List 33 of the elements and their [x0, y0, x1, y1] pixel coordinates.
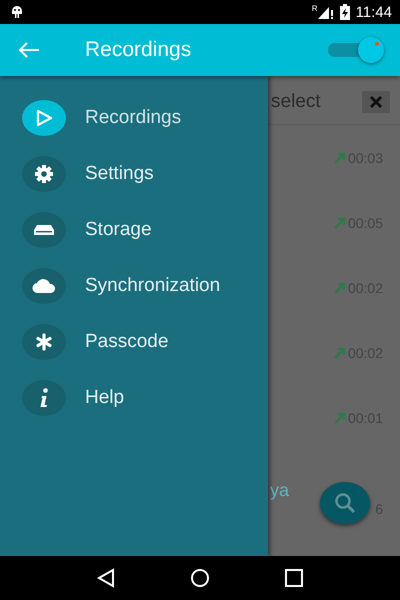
back-nav-button[interactable]: [97, 568, 116, 588]
drawer-item[interactable]: Recordings: [0, 90, 268, 146]
roaming-indicator: R: [312, 4, 318, 13]
drawer-item[interactable]: Passcode: [0, 314, 268, 370]
drive-icon: [33, 224, 55, 236]
outgoing-arrow-icon: [334, 152, 346, 164]
cloud-icon: [32, 278, 56, 294]
clock-time: 11:44: [356, 4, 392, 20]
recents-nav-button[interactable]: [284, 569, 303, 587]
search-button[interactable]: [320, 482, 370, 524]
select-label: select: [271, 91, 322, 113]
info-icon: [39, 388, 49, 408]
toggle-switch[interactable]: [326, 37, 384, 63]
asterisk-icon: [35, 333, 53, 351]
outgoing-arrow-icon: [334, 412, 346, 424]
drawer-item[interactable]: Settings: [0, 146, 268, 202]
back-button[interactable]: [18, 41, 40, 59]
outgoing-arrow-icon: [334, 346, 346, 358]
outgoing-arrow-icon: [334, 282, 346, 294]
close-icon: [369, 95, 383, 109]
battery-charging-icon: [340, 4, 350, 20]
drawer-item[interactable]: Synchronization: [0, 258, 268, 314]
play-icon: [35, 109, 53, 127]
drawer-item[interactable]: Storage: [0, 202, 268, 258]
settings-icon: [34, 164, 54, 184]
recording-name: ya: [269, 480, 290, 501]
outgoing-arrow-icon: [334, 216, 346, 228]
close-button[interactable]: [362, 91, 390, 113]
app-bar-title: Recordings: [85, 38, 192, 62]
home-nav-button[interactable]: [190, 568, 210, 588]
signal-icon: [318, 5, 334, 19]
search-icon: [333, 491, 357, 515]
drawer-item[interactable]: Help: [0, 370, 268, 426]
